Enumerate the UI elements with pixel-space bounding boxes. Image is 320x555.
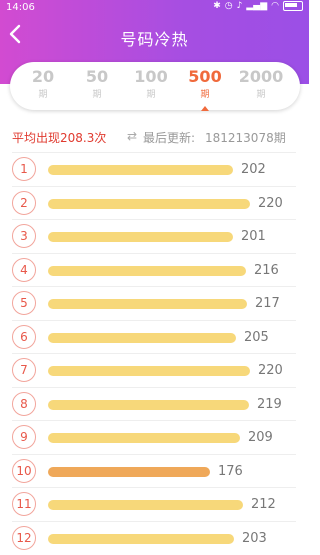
number-ball: 11: [12, 492, 36, 516]
frequency-bar: [48, 198, 250, 209]
battery-icon: [283, 1, 303, 11]
frequency-bar: [48, 399, 249, 410]
frequency-bar: [48, 165, 233, 175]
frequency-count: 216: [254, 262, 279, 278]
frequency-count: 201: [241, 229, 266, 244]
frequency-bar: [48, 265, 246, 276]
frequency-bar: [48, 332, 236, 343]
tab-number: 100: [134, 67, 168, 86]
number-ball: 3: [12, 224, 36, 248]
list-item: 5 217: [12, 286, 296, 320]
signal-icon: ▂▄▆: [246, 1, 268, 11]
number-ball: 2: [12, 190, 36, 215]
tab-number: 2000: [238, 67, 284, 86]
list-item: 1 202: [12, 152, 296, 186]
list-item: 11 212: [12, 487, 296, 521]
nav-bar: 号码冷热: [0, 16, 309, 56]
frequency-bar: [48, 232, 233, 242]
average-text: 平均出现208.3次: [12, 131, 107, 145]
tab-unit: 期: [256, 90, 266, 100]
mute-icon: ♪: [236, 1, 243, 11]
tab-number: 500: [188, 67, 222, 86]
number-ball: 8: [12, 391, 36, 416]
frequency-count: 217: [255, 296, 280, 311]
frequency-bar: [48, 433, 240, 443]
frequency-count: 219: [257, 396, 282, 412]
tab-number: 50: [85, 67, 109, 86]
frequency-count: 202: [241, 162, 266, 177]
tab-unit: 期: [38, 90, 48, 100]
status-icons: ✱ ◷ ♪ ▂▄▆ ◠: [213, 1, 303, 11]
frequency-count: 220: [258, 363, 283, 378]
list-item: 8 219: [12, 386, 296, 421]
tab-number: 20: [31, 67, 55, 86]
frequency-bar: [48, 466, 210, 477]
bluetooth-icon: ✱: [213, 1, 221, 11]
number-ball: 10: [12, 458, 36, 483]
list-item: 10 176: [12, 453, 296, 488]
update-label: 最后更新:: [143, 131, 196, 145]
tab-period-100[interactable]: 100 期: [124, 66, 178, 102]
number-ball: 5: [12, 291, 36, 315]
status-bar: 14:06 ✱ ◷ ♪ ▂▄▆ ◠: [0, 0, 309, 16]
number-ball: 6: [12, 324, 36, 349]
list-item: 12 203: [12, 520, 296, 555]
number-ball: 7: [12, 358, 36, 382]
frequency-bar: [48, 299, 247, 309]
wifi-icon: ◠: [271, 1, 279, 11]
list-item: 9 209: [12, 420, 296, 454]
tab-period-20[interactable]: 20 期: [16, 66, 70, 102]
tab-unit: 期: [92, 90, 102, 100]
frequency-bar: [48, 500, 243, 510]
tab-period-2000[interactable]: 2000 期: [234, 66, 288, 102]
frequency-count: 205: [244, 329, 269, 345]
refresh-icon[interactable]: ⇄: [127, 129, 137, 143]
page-title: 号码冷热: [120, 30, 189, 49]
period-selector: 20 期 50 期 100 期 500 期 2000 期: [10, 62, 300, 111]
frequency-count: 209: [248, 430, 273, 445]
update-issue: 181213078期: [205, 131, 286, 145]
frequency-bar: [48, 533, 234, 544]
frequency-count: 212: [251, 497, 276, 512]
tab-unit: 期: [200, 90, 210, 100]
list-item: 4 216: [12, 252, 296, 287]
frequency-count: 220: [258, 195, 283, 211]
tab-period-50[interactable]: 50 期: [70, 66, 124, 102]
number-ball: 4: [12, 257, 36, 282]
list-item: 6 205: [12, 319, 296, 354]
number-ball: 12: [12, 525, 36, 550]
summary-line: 平均出现208.3次 ⇄ 最后更新: 181213078期: [12, 129, 302, 149]
number-ball: 9: [12, 425, 36, 449]
active-tab-indicator: [201, 106, 209, 111]
list-item: 2 220: [12, 185, 296, 220]
status-time: 14:06: [6, 2, 35, 13]
tab-period-500[interactable]: 500 期: [178, 66, 232, 111]
frequency-count: 176: [218, 463, 243, 479]
frequency-bar: [48, 366, 250, 376]
list-item: 3 201: [12, 219, 296, 253]
list-item: 7 220: [12, 353, 296, 387]
tab-unit: 期: [146, 90, 156, 100]
alarm-icon: ◷: [224, 1, 233, 11]
frequency-count: 203: [242, 530, 267, 546]
number-ball: 1: [12, 157, 36, 181]
